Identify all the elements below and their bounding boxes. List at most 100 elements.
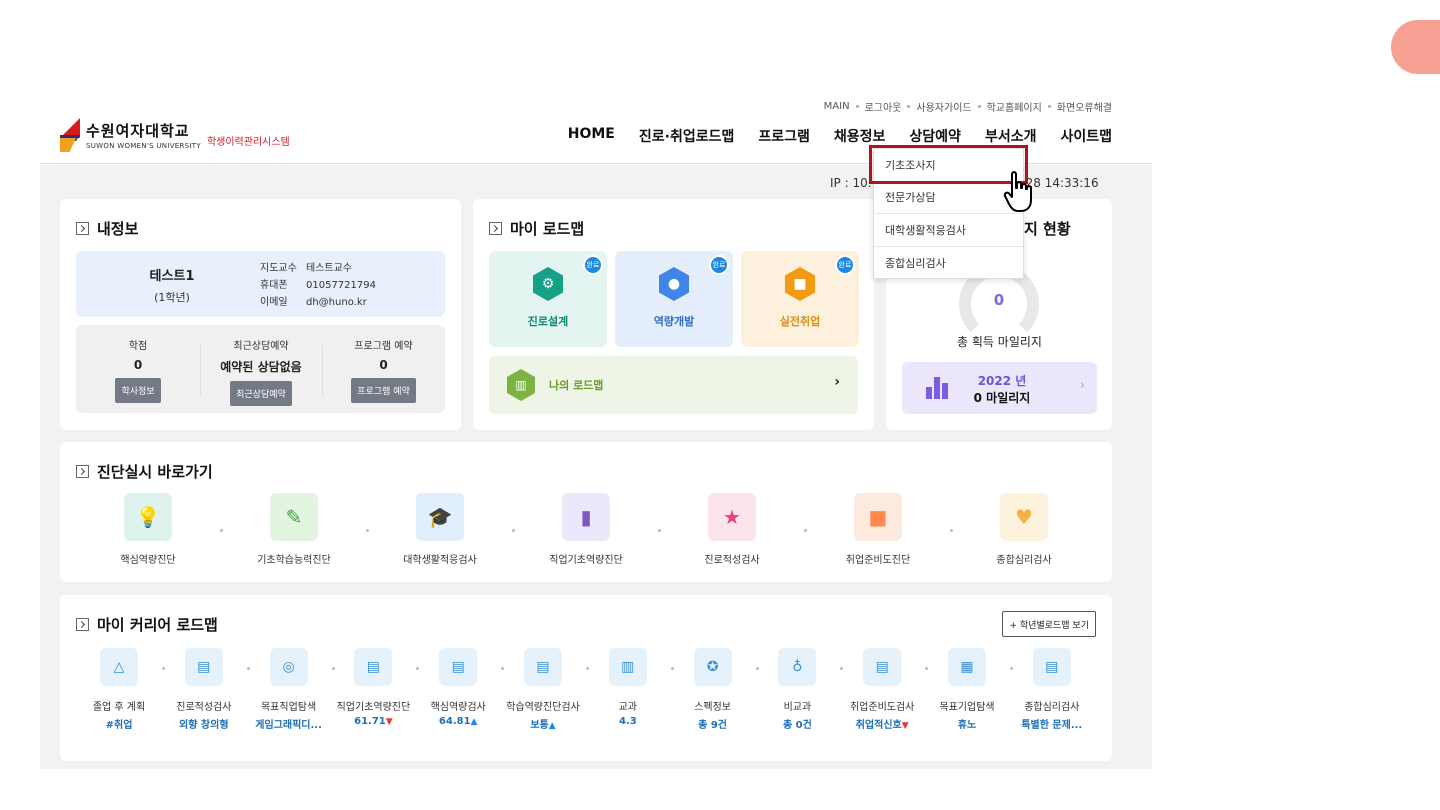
roadmap-tile-competency[interactable]: ● 역량개발 완료 — [615, 251, 733, 347]
diagnosis-label: 취업준비도진단 — [845, 555, 911, 566]
mileage-value: 0 — [993, 291, 1005, 309]
separator-dot — [220, 529, 223, 532]
lightbulb-icon: ♁ — [778, 648, 817, 686]
arrow-up-icon: ▲ — [470, 717, 478, 727]
separator-dot — [512, 529, 515, 532]
career-item[interactable]: ▤ 핵심역량검사 64.81▲ — [418, 648, 498, 727]
separator-dot — [658, 529, 661, 532]
academic-info-button[interactable]: 학사정보 — [115, 378, 161, 403]
diagnosis-item[interactable]: 🎓 대학생활적응검사 — [370, 493, 510, 566]
stat-program: 프로그램 예약 0 프로그램 예약 — [322, 337, 445, 403]
career-item[interactable]: ✪ 스펙정보 총 9건 — [673, 648, 753, 731]
book-icon: ▥ — [608, 648, 647, 686]
nav-sitemap[interactable]: 사이트맵 — [1060, 126, 1112, 146]
diagnosis-label: 기초학습능력진단 — [257, 555, 331, 566]
diagnosis-label: 대학생활적응검사 — [403, 555, 477, 566]
clipboard-icon: ▤ — [863, 648, 902, 686]
profile-box: 테스트1 (1학년) 지도교수 테스트교수 휴대폰 01057721794 이메일 d… — [76, 251, 445, 317]
stats-box: 학점 0 학사정보 최근상담예약 예약된 상담없음 최근상담예약 프로그램 예약… — [76, 325, 445, 413]
year-mileage-box[interactable]: 2022 년 0 마일리지 › — [902, 362, 1097, 414]
dropdown-item-adaptation-test[interactable]: 대학생활적응검사 — [874, 214, 1023, 247]
util-link-homepage[interactable]: 학교홈페이지 — [987, 99, 1042, 114]
diagnosis-item[interactable]: ♥ 종합심리검사 — [954, 493, 1094, 566]
career-item[interactable]: △ 졸업 후 계획 #취업 — [79, 648, 159, 731]
chevron-box-icon — [489, 222, 502, 235]
arrow-down-icon: ▼ — [901, 721, 909, 731]
site-logo[interactable]: 수원여자대학교 SUWON WOMEN'S UNIVERSITY 학생이력관리시… — [60, 118, 290, 152]
career-item-value: 총 0건 — [782, 720, 812, 731]
phone-value: 01057721794 — [306, 280, 376, 291]
career-item-label: 목표직업탐색 — [260, 702, 317, 713]
dropdown-item-psych-test[interactable]: 종합심리검사 — [874, 247, 1023, 280]
university-logo-icon — [60, 118, 80, 152]
mileage-label: 총 획득 마일리지 — [957, 335, 1042, 349]
chevron-box-icon — [76, 465, 89, 478]
career-item-label: 핵심역량검사 — [430, 702, 486, 713]
util-link-logout[interactable]: 로그아웃 — [865, 99, 902, 114]
career-item[interactable]: ▦ 목표기업탐색 휴노 — [927, 648, 1007, 731]
briefcase-icon: ■ — [785, 267, 815, 301]
diagnosis-item[interactable]: 💡 핵심역량진단 — [78, 493, 218, 566]
browser-viewport: MAIN 로그아웃 사용자가이드 학교홈페이지 화면오류해결 수원여자대학교 S… — [40, 90, 1152, 769]
chevron-box-icon — [76, 222, 89, 235]
career-item[interactable]: ▥ 교과 4.3 — [588, 648, 668, 727]
career-item-label: 스펙정보 — [694, 702, 731, 713]
arrow-up-icon: ▲ — [548, 721, 556, 731]
career-item[interactable]: ▤ 학습역량진단검사 보통▲ — [503, 648, 583, 731]
clipboard-icon: ▤ — [184, 648, 223, 686]
advisor-value: 테스트교수 — [306, 263, 352, 274]
career-item[interactable]: ▤ 진로적성검사 외향 창의형 — [164, 648, 244, 731]
recent-counsel-button[interactable]: 최근상담예약 — [230, 381, 292, 406]
diagnosis-item[interactable]: ■ 취업준비도진단 — [808, 493, 948, 566]
career-item-label: 목표기업탐색 — [939, 702, 995, 713]
career-item[interactable]: ◎ 목표직업탐색 게임그래픽디... — [249, 648, 329, 731]
career-item-label: 종합심리검사 — [1024, 702, 1080, 713]
mileage-title: 지 현황 — [1024, 220, 1071, 238]
career-item[interactable]: ▤ 종합심리검사 특별한 문제... — [1012, 648, 1092, 731]
student-grade: (1학년) — [154, 291, 190, 304]
separator-dot — [804, 529, 807, 532]
nav-departments[interactable]: 부서소개 — [985, 126, 1037, 146]
career-item-label: 진로적성검사 — [176, 702, 232, 713]
heart-head-icon: ♥ — [1000, 493, 1048, 541]
logo-english: SUWON WOMEN'S UNIVERSITY — [86, 142, 201, 150]
diagnosis-item[interactable]: ▮ 직업기초역량진단 — [516, 493, 656, 566]
program-reserve-button[interactable]: 프로그램 예약 — [351, 378, 416, 403]
my-road-link[interactable]: ▥ 나의 로드맵 › — [489, 356, 858, 414]
util-link-guide[interactable]: 사용자가이드 — [916, 99, 971, 114]
profile-details: 지도교수 테스트교수 휴대폰 01057721794 이메일 dh@huno.kr — [260, 263, 376, 308]
career-item[interactable]: ♁ 비교과 총 0건 — [757, 648, 837, 731]
mileage-year: 2022 년 — [977, 374, 1027, 388]
career-item-value: 4.3 — [618, 716, 637, 727]
nav-career-roadmap[interactable]: 진로·취업로드맵 — [639, 126, 734, 146]
career-item-value: #취업 — [105, 720, 133, 731]
chevron-right-icon: › — [834, 374, 840, 390]
career-item-label: 졸업 후 계획 — [92, 702, 146, 713]
person-icon: ● — [659, 267, 689, 301]
system-name: 학생이력관리시스템 — [206, 136, 290, 148]
clipboard-icon: ▤ — [354, 648, 393, 686]
dropdown-item-expert-counsel[interactable]: 전문가상담 — [874, 182, 1023, 214]
util-link-error-fix[interactable]: 화면오류해결 — [1057, 99, 1112, 114]
nav-home[interactable]: HOME — [568, 126, 615, 146]
nav-jobs[interactable]: 채용정보 — [834, 126, 886, 146]
career-roadmap-title: 마이 커리어 로드맵 — [76, 614, 218, 635]
util-link-main[interactable]: MAIN — [824, 101, 850, 112]
chevron-right-icon: › — [1079, 378, 1085, 393]
career-item[interactable]: ▤ 취업준비도검사 취업적신호▼ — [842, 648, 922, 731]
separator-dot — [366, 529, 369, 532]
diagnosis-card: 진단실시 바로가기 💡 핵심역량진단 ✎ 기초학습능력진단 🎓 대학생활적응검사 ▮ 직업기초… — [60, 442, 1112, 582]
diagnosis-item[interactable]: ✎ 기초학습능력진단 — [224, 493, 364, 566]
separator-dot — [950, 529, 953, 532]
bar-chart-icon: ▮ — [562, 493, 610, 541]
career-item[interactable]: ▤ 직업기초역량진단 61.71▼ — [333, 648, 413, 727]
nav-counseling[interactable]: 상담예약 — [909, 126, 961, 146]
career-item-label: 교과 — [618, 702, 637, 713]
clipboard-icon: ▤ — [439, 648, 478, 686]
diagnosis-item[interactable]: ★ 진로적성검사 — [662, 493, 802, 566]
roadmap-tile-career-design[interactable]: ⚙ 진로설계 완료 — [489, 251, 607, 347]
grade-roadmap-button[interactable]: + 학년별로드맵 보기 — [1002, 611, 1096, 637]
nav-program[interactable]: 프로그램 — [758, 126, 810, 146]
roadmap-tile-employment[interactable]: ■ 실전취업 완료 — [741, 251, 859, 347]
ip-datetime-line: IP : 10. 02-28 14:33:16 — [830, 176, 1099, 190]
